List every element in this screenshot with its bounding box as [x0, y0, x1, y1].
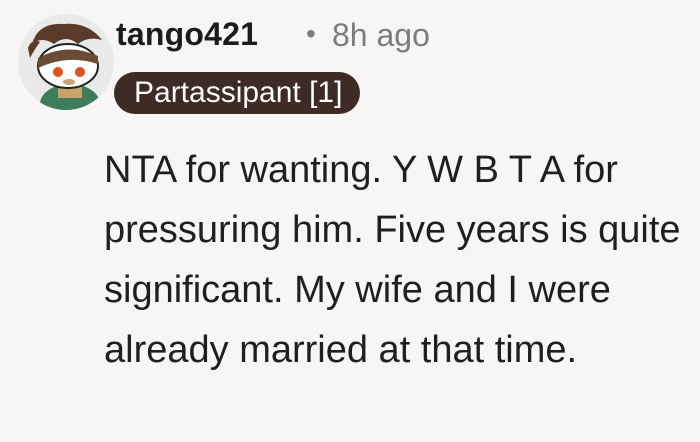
comment-timestamp: 8h ago — [332, 17, 430, 53]
snoo-avatar-icon — [18, 14, 114, 110]
meta-separator-dot: • — [306, 18, 316, 49]
user-avatar[interactable] — [18, 14, 114, 110]
comment-body: NTA for wanting. Y W B T A for pressurin… — [104, 149, 681, 371]
user-flair-badge: Partassipant [1] — [114, 72, 361, 114]
username[interactable]: tango421 — [116, 16, 258, 53]
comment: tango421 • 8h ago Partassipant [1] NTA f… — [0, 0, 700, 442]
